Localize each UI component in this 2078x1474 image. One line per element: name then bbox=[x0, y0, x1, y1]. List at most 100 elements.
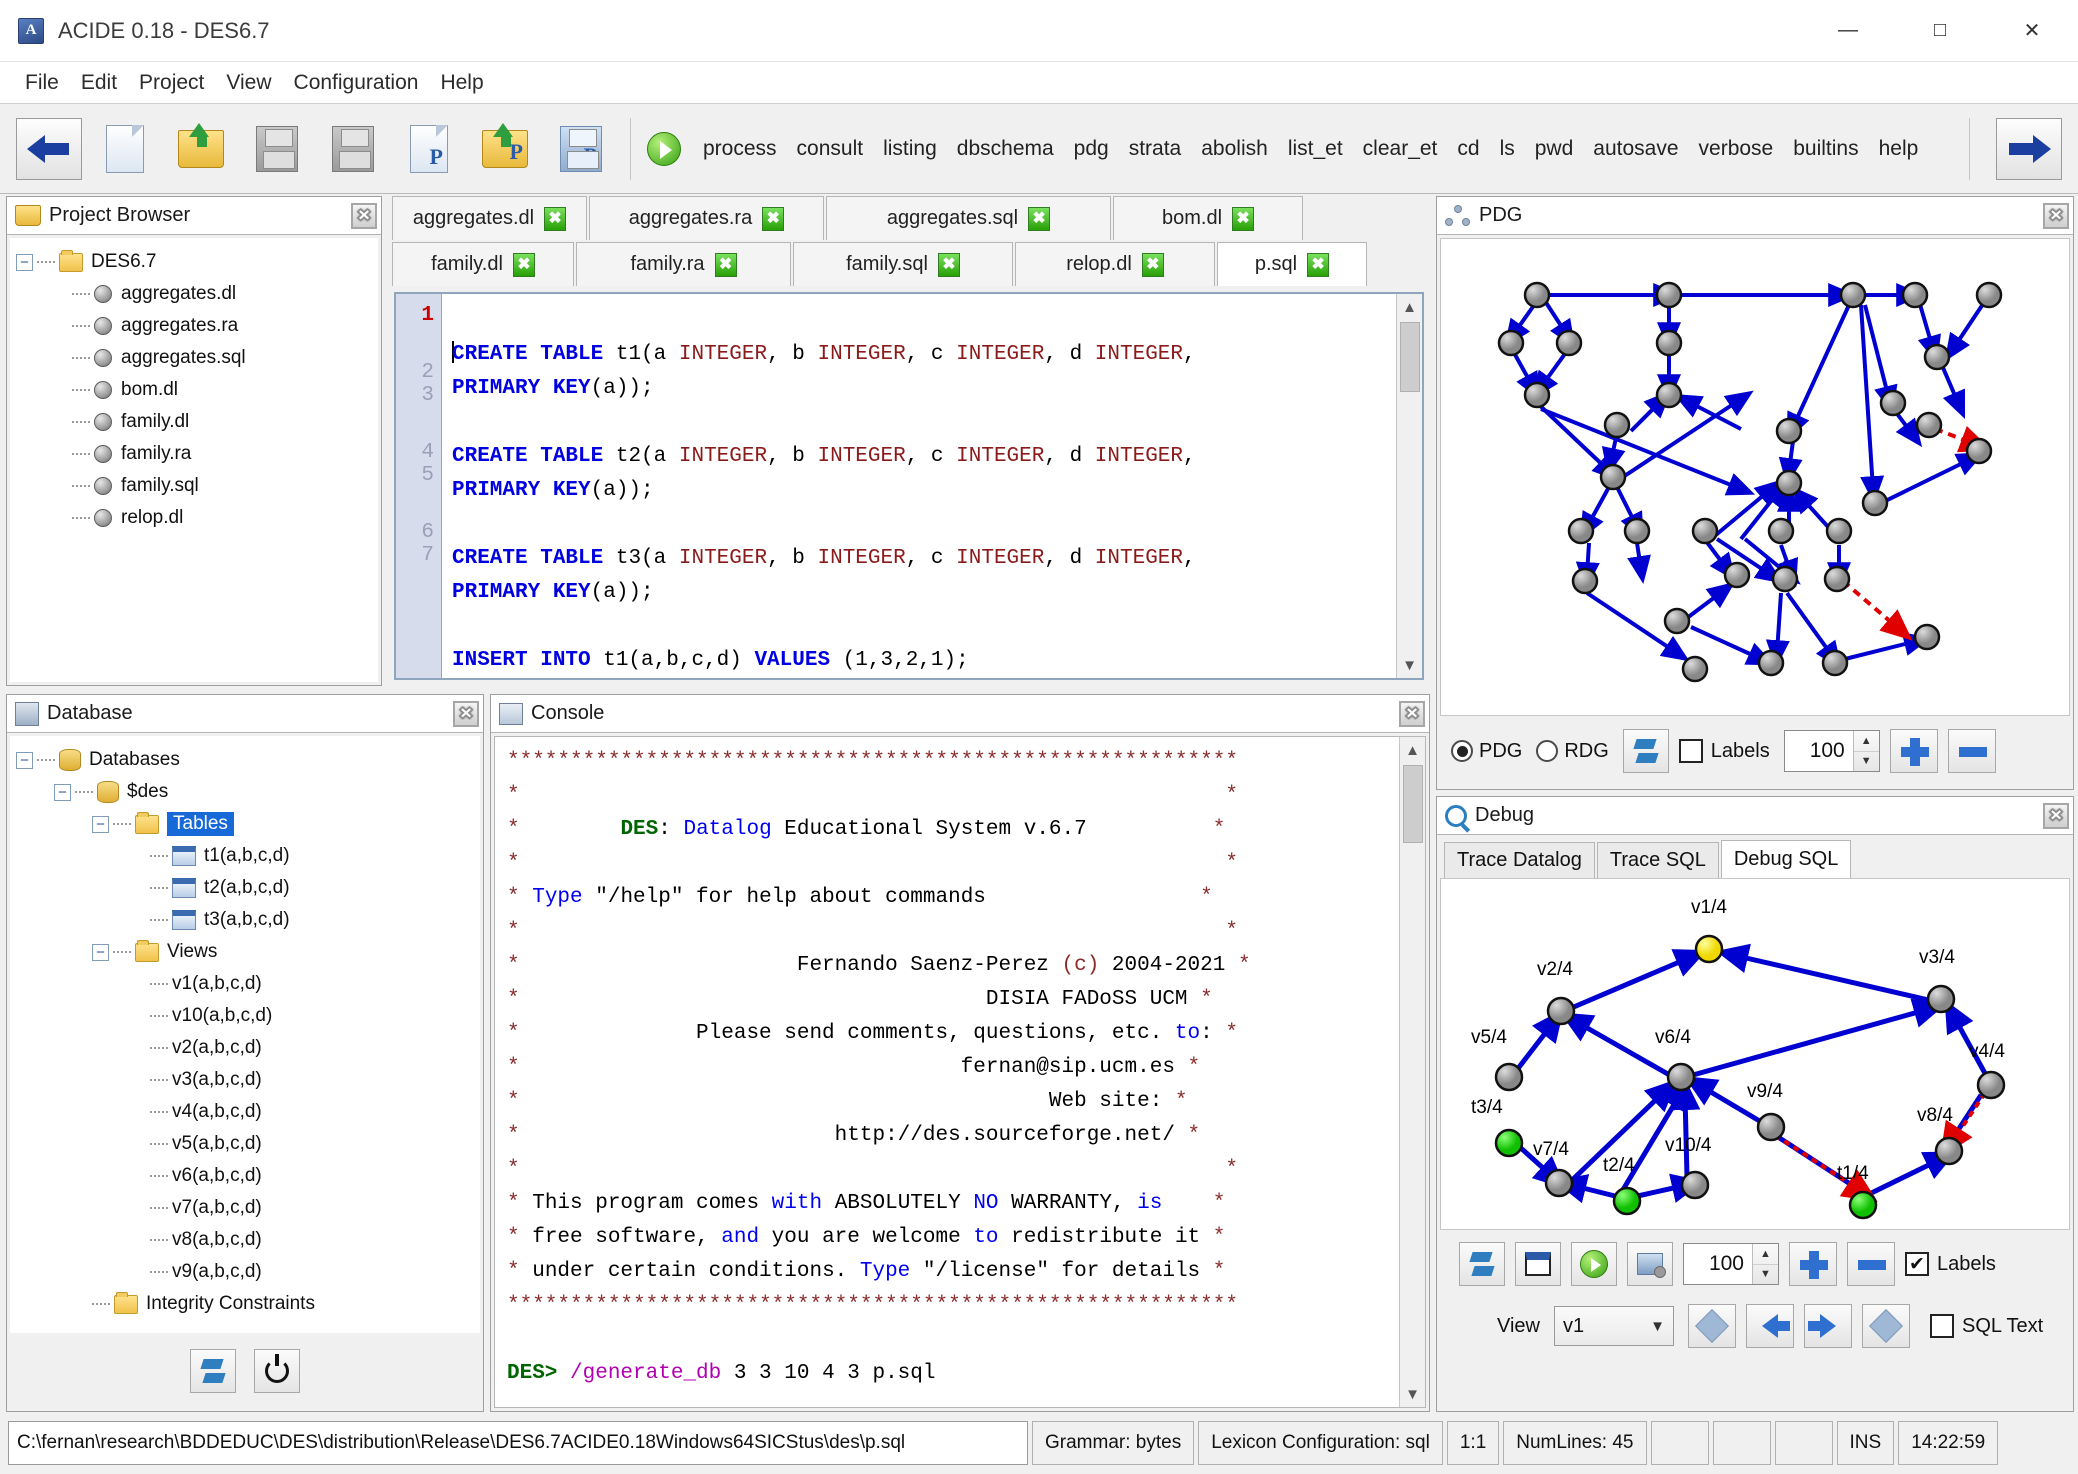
spin-down-icon[interactable]: ▼ bbox=[1753, 1265, 1778, 1285]
list-item[interactable]: v2(a,b,c,d) bbox=[16, 1032, 474, 1064]
last-icon[interactable] bbox=[1862, 1304, 1910, 1348]
cmd-abolish[interactable]: abolish bbox=[1191, 133, 1278, 165]
first-icon[interactable] bbox=[1688, 1304, 1736, 1348]
menu-configuration[interactable]: Configuration bbox=[283, 69, 430, 97]
pdg-zoom-in-icon[interactable] bbox=[1889, 729, 1938, 773]
tab-trace-datalog[interactable]: Trace Datalog bbox=[1444, 842, 1595, 878]
list-item[interactable]: family.ra bbox=[16, 438, 372, 470]
close-icon[interactable]: ✖ bbox=[714, 252, 737, 277]
database-close-icon[interactable]: ✖ bbox=[453, 700, 479, 727]
pdg-zoom-value[interactable]: 100 bbox=[1785, 731, 1853, 771]
cmd-clear-et[interactable]: clear_et bbox=[1353, 133, 1448, 165]
spin-down-icon[interactable]: ▼ bbox=[1854, 752, 1879, 772]
list-item[interactable]: v10(a,b,c,d) bbox=[16, 1000, 474, 1032]
close-button[interactable]: ✕ bbox=[1986, 0, 2078, 61]
close-icon[interactable]: ✖ bbox=[762, 206, 785, 231]
tab-bom-dl[interactable]: bom.dl ✖ bbox=[1113, 196, 1303, 240]
maximize-button[interactable]: □ bbox=[1894, 0, 1986, 61]
list-item[interactable]: v5(a,b,c,d) bbox=[16, 1128, 474, 1160]
debug-run-icon[interactable] bbox=[1571, 1242, 1617, 1286]
status-grammar[interactable]: Grammar: bytes bbox=[1032, 1421, 1195, 1465]
cmd-cd[interactable]: cd bbox=[1447, 133, 1489, 165]
spin-up-icon[interactable]: ▲ bbox=[1853, 731, 1879, 752]
pdg-graph[interactable] bbox=[1440, 238, 2070, 716]
list-item[interactable]: v6(a,b,c,d) bbox=[16, 1160, 474, 1192]
list-item[interactable]: relop.dl bbox=[16, 502, 372, 534]
cmd-pdg[interactable]: pdg bbox=[1064, 133, 1119, 165]
pdg-close-icon[interactable]: ✖ bbox=[2043, 202, 2069, 229]
cmd-listing[interactable]: listing bbox=[873, 133, 947, 165]
menu-project[interactable]: Project bbox=[128, 69, 215, 97]
cmd-help[interactable]: help bbox=[1869, 133, 1929, 165]
list-item[interactable]: t2(a,b,c,d) bbox=[16, 872, 474, 904]
list-item[interactable]: family.sql bbox=[16, 470, 372, 502]
cmd-list-et[interactable]: list_et bbox=[1278, 133, 1353, 165]
debug-settings-icon[interactable] bbox=[1627, 1242, 1673, 1286]
pdg-radio[interactable] bbox=[1451, 740, 1473, 762]
power-icon[interactable] bbox=[254, 1349, 300, 1393]
pdg-zoom-stepper[interactable]: 100 ▲ ▼ bbox=[1783, 730, 1880, 772]
minimize-button[interactable]: — bbox=[1802, 0, 1894, 61]
project-browser-close-icon[interactable]: ✖ bbox=[351, 202, 377, 229]
debug-zoom-in-icon[interactable] bbox=[1789, 1242, 1837, 1286]
list-item[interactable]: v9(a,b,c,d) bbox=[16, 1256, 474, 1288]
scrollbar-thumb[interactable] bbox=[1402, 765, 1423, 843]
close-icon[interactable]: ✖ bbox=[1141, 252, 1164, 277]
close-icon[interactable]: ✖ bbox=[937, 252, 960, 277]
code-content[interactable]: CREATE TABLE t1(a INTEGER, b INTEGER, c … bbox=[442, 294, 1396, 678]
view-select[interactable]: v1 ▼ bbox=[1554, 1306, 1674, 1346]
pdg-zoom-out-icon[interactable] bbox=[1947, 729, 1996, 773]
save-all-icon[interactable] bbox=[320, 118, 386, 180]
console-close-icon[interactable]: ✖ bbox=[1399, 700, 1425, 727]
debug-close-icon[interactable]: ✖ bbox=[2043, 802, 2069, 829]
tree-views-folder[interactable]: − Views bbox=[16, 936, 474, 968]
tree-tables-folder[interactable]: − Tables bbox=[16, 808, 474, 840]
list-item[interactable]: aggregates.dl bbox=[16, 278, 372, 310]
new-project-icon[interactable]: P bbox=[396, 118, 462, 180]
close-icon[interactable]: ✖ bbox=[544, 206, 567, 231]
debug-zoom-spin-buttons[interactable]: ▲ ▼ bbox=[1752, 1244, 1778, 1284]
scrollbar-thumb[interactable] bbox=[1399, 322, 1420, 392]
debug-zoom-stepper[interactable]: 100 ▲ ▼ bbox=[1683, 1243, 1779, 1285]
menu-view[interactable]: View bbox=[215, 69, 282, 97]
forward-arrow-icon[interactable] bbox=[1996, 117, 2062, 180]
debug-zoom-out-icon[interactable] bbox=[1847, 1242, 1895, 1286]
list-item[interactable]: v4(a,b,c,d) bbox=[16, 1096, 474, 1128]
tab-debug-sql[interactable]: Debug SQL bbox=[1720, 840, 1852, 878]
tab-family-sql[interactable]: family.sql ✖ bbox=[793, 242, 1013, 286]
spin-up-icon[interactable]: ▲ bbox=[1753, 1244, 1778, 1265]
close-icon[interactable]: ✖ bbox=[1307, 252, 1330, 277]
scroll-down-icon[interactable]: ▼ bbox=[1399, 1381, 1425, 1407]
tab-aggregates-sql[interactable]: aggregates.sql ✖ bbox=[826, 196, 1111, 240]
tree-databases-root[interactable]: − Databases bbox=[16, 744, 474, 776]
debug-labels-checkbox[interactable]: ✔ bbox=[1905, 1252, 1929, 1276]
cmd-builtins[interactable]: builtins bbox=[1783, 133, 1868, 165]
pdg-labels-checkbox[interactable] bbox=[1678, 739, 1703, 763]
tab-relop-dl[interactable]: relop.dl ✖ bbox=[1015, 242, 1215, 286]
tree-integrity-folder[interactable]: Integrity Constraints bbox=[16, 1288, 474, 1320]
scroll-up-icon[interactable]: ▲ bbox=[1396, 294, 1422, 320]
sql-text-checkbox[interactable] bbox=[1930, 1314, 1954, 1338]
list-item[interactable]: v3(a,b,c,d) bbox=[16, 1064, 474, 1096]
list-item[interactable]: aggregates.sql bbox=[16, 342, 372, 374]
tab-family-dl[interactable]: family.dl ✖ bbox=[392, 242, 574, 286]
status-path[interactable]: C:\fernan\research\BDDEDUC\DES\distribut… bbox=[8, 1421, 1028, 1465]
cmd-strata[interactable]: strata bbox=[1119, 133, 1192, 165]
close-icon[interactable]: ✖ bbox=[512, 252, 535, 277]
pdg-refresh-icon[interactable] bbox=[1622, 729, 1669, 773]
open-project-icon[interactable]: P bbox=[472, 118, 538, 180]
list-item[interactable]: v7(a,b,c,d) bbox=[16, 1192, 474, 1224]
code-editor[interactable]: 1 2 3 4 5 6 7 CREATE TABLE t1(a INTEGER,… bbox=[394, 292, 1424, 680]
debug-clear-icon[interactable] bbox=[1515, 1242, 1561, 1286]
menu-help[interactable]: Help bbox=[429, 69, 494, 97]
save-icon[interactable] bbox=[244, 118, 310, 180]
save-project-icon[interactable]: P bbox=[548, 118, 614, 180]
open-folder-icon[interactable] bbox=[168, 118, 234, 180]
status-lexicon[interactable]: Lexicon Configuration: sql bbox=[1198, 1421, 1443, 1465]
menu-edit[interactable]: Edit bbox=[70, 69, 128, 97]
close-icon[interactable]: ✖ bbox=[1232, 206, 1255, 231]
previous-icon[interactable] bbox=[1746, 1304, 1794, 1348]
cmd-verbose[interactable]: verbose bbox=[1689, 133, 1784, 165]
console-output[interactable]: ****************************************… bbox=[495, 737, 1399, 1407]
process-icon[interactable] bbox=[647, 131, 681, 166]
